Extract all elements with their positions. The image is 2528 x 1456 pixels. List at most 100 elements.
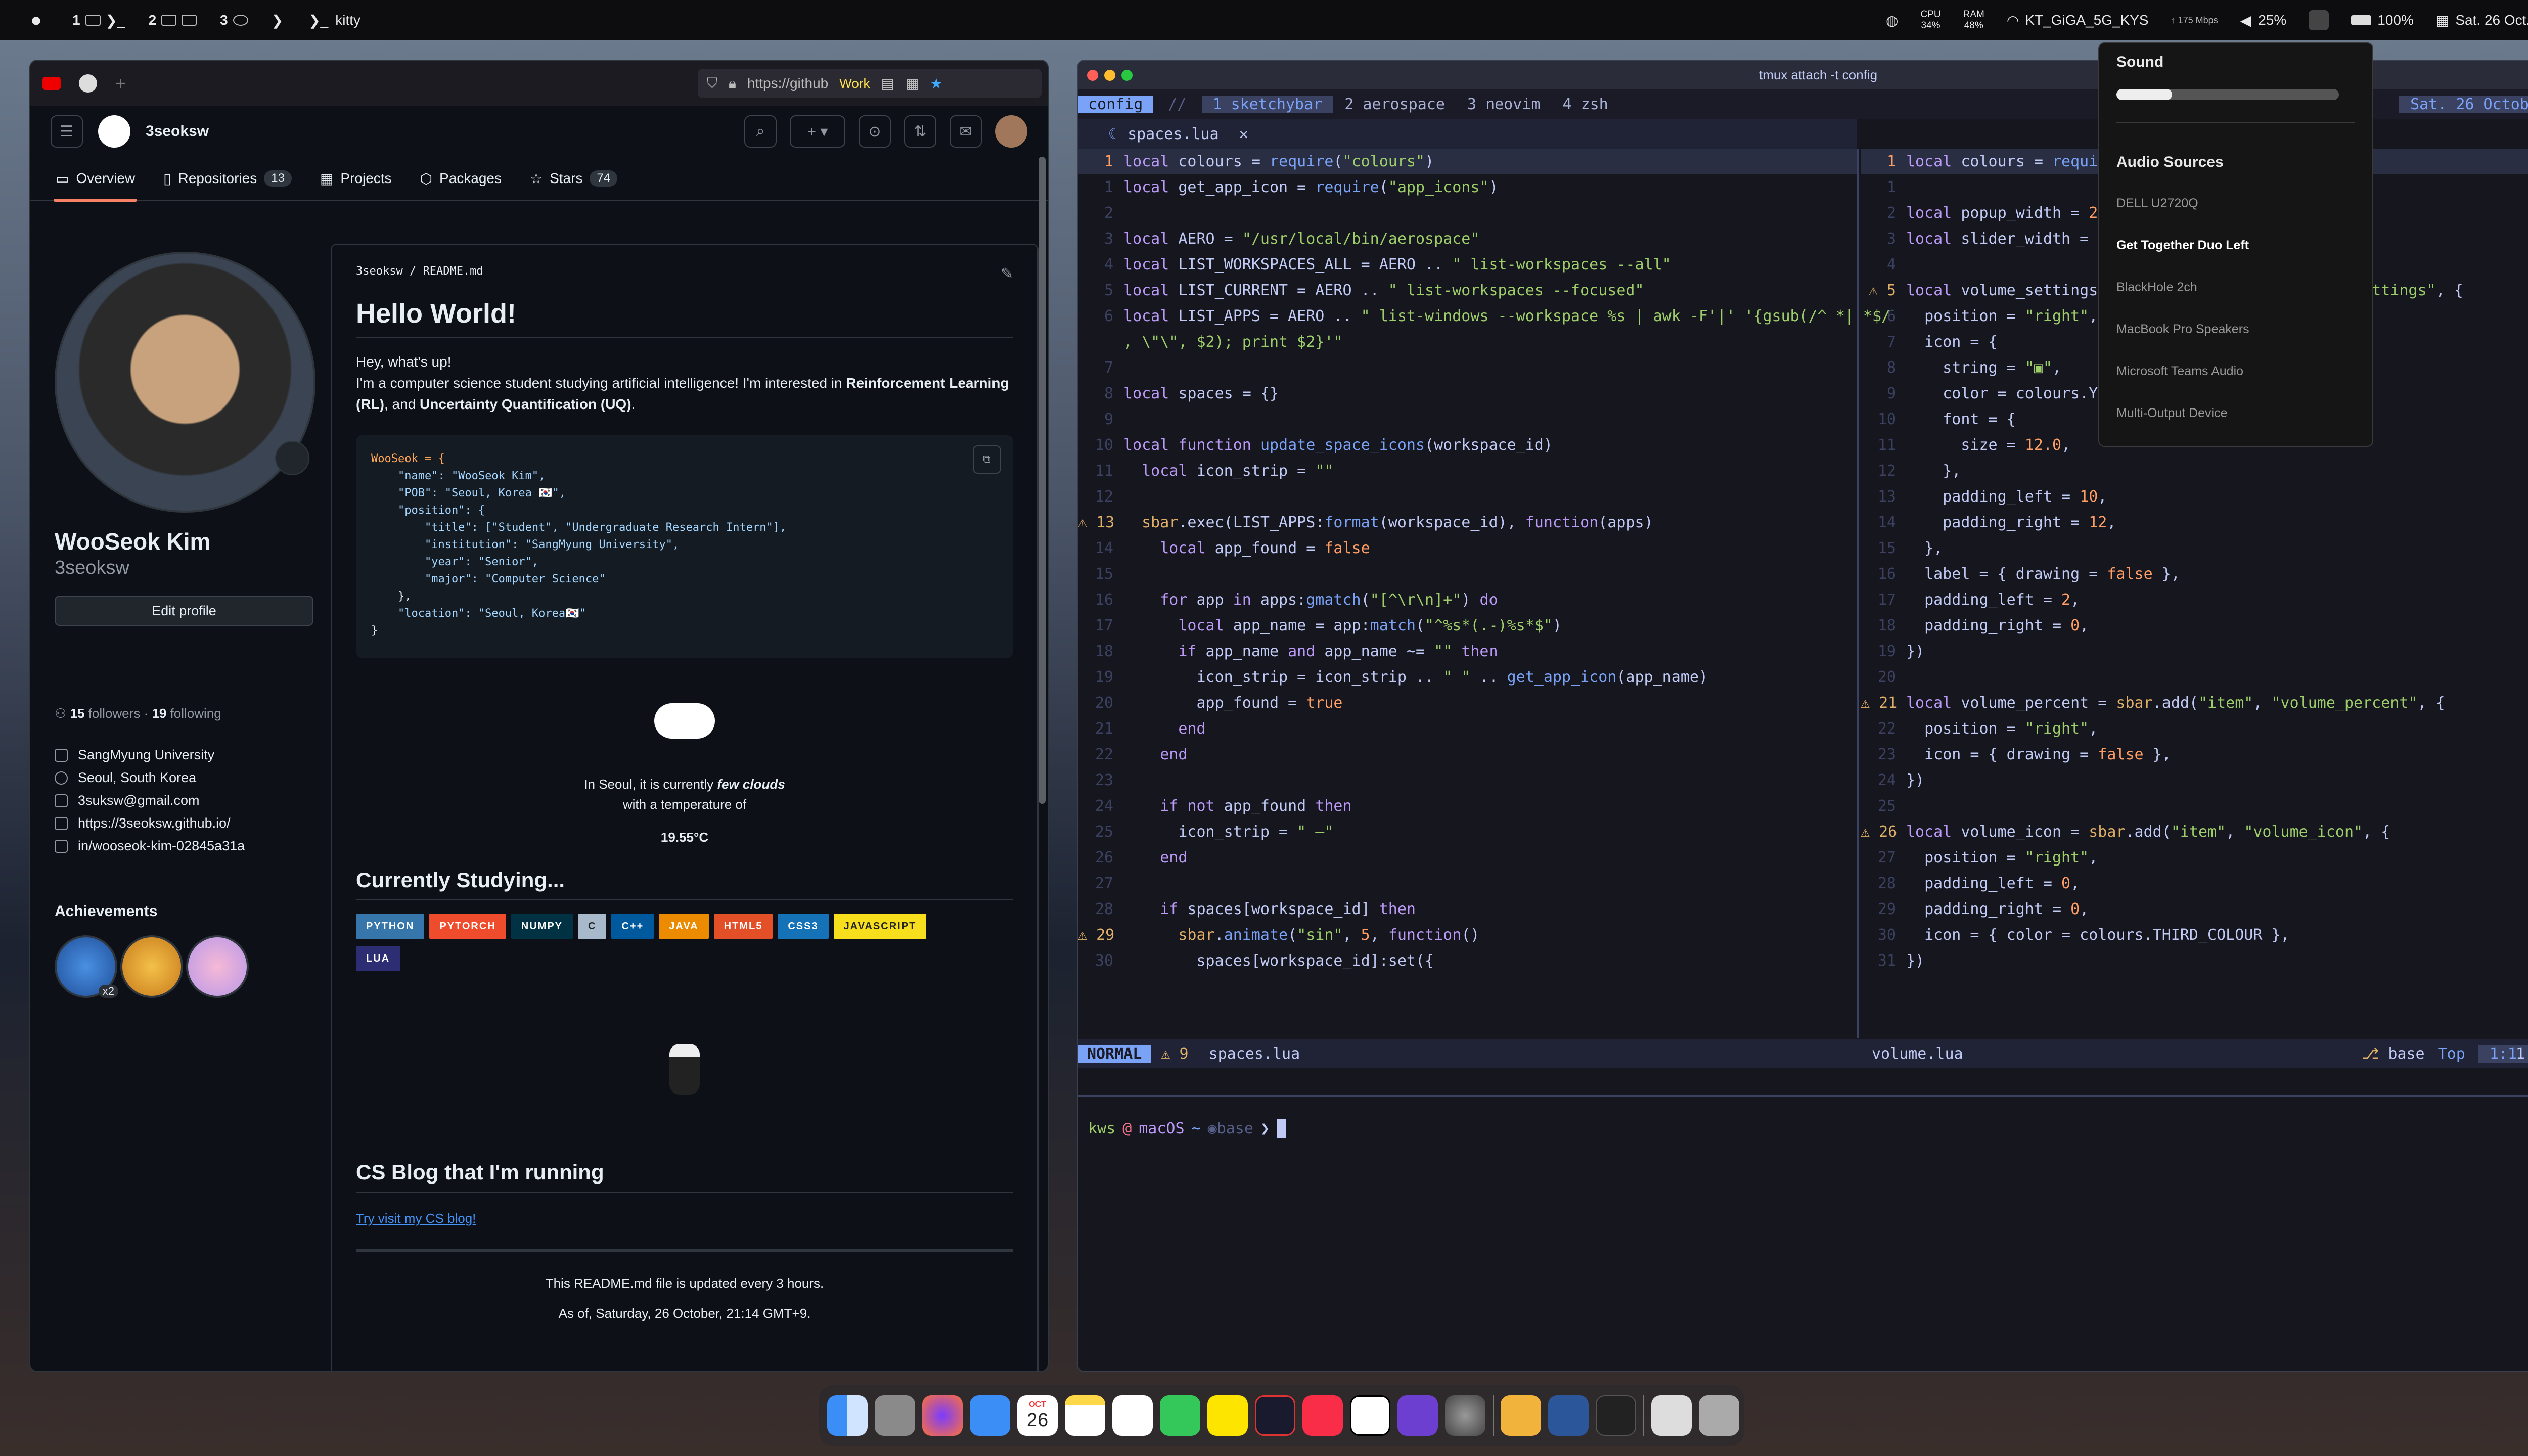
zoom-button[interactable] — [1121, 70, 1133, 81]
reader-icon[interactable]: ▤ — [881, 75, 894, 92]
code-line: "POB": "Seoul, Korea 🇰🇷", — [371, 487, 566, 499]
code-line: "year": "Senior", — [371, 556, 539, 568]
audio-device-item[interactable]: BlackHole 2ch — [2116, 280, 2355, 295]
achievement-badge[interactable] — [186, 935, 249, 998]
editor-pane-left[interactable]: ☾ spaces.lua ✕ 1 local colours = require("c… — [1078, 119, 1890, 1050]
volume-slider-fill — [2116, 89, 2172, 100]
pane-divider[interactable] — [1857, 149, 1859, 1038]
app-icon — [233, 15, 248, 26]
close-icon[interactable]: ✕ — [1239, 125, 1248, 143]
address-bar[interactable]: ⛉ 🔒︎ https://github Work ▤ ▦ ★ — [698, 69, 1042, 98]
obsidian-icon[interactable] — [1397, 1395, 1438, 1436]
workspace-3[interactable]: 3 — [220, 12, 248, 28]
divider — [356, 1249, 1013, 1252]
audio-device-item[interactable]: Multi-Output Device — [2116, 406, 2355, 421]
prompt-chevron-icon: ❯ — [1260, 1119, 1270, 1138]
shell-pane[interactable]: kws @ macOS ~ ◉base ❯ — [1078, 1095, 2528, 1371]
globe-icon[interactable]: ◍ — [1886, 12, 1898, 29]
github-header: ☰ 3seoksw ⌕ + ▾ ⊙ ⇅ ✉ — [30, 106, 1048, 157]
pencil-icon[interactable]: ✎ — [1001, 265, 1013, 283]
notion-icon[interactable] — [1350, 1395, 1390, 1436]
firefox-icon[interactable] — [922, 1395, 963, 1436]
buffer-tab[interactable]: ☾ spaces.lua ✕ — [1078, 119, 1857, 149]
word-icon[interactable] — [1548, 1395, 1589, 1436]
edit-profile-button[interactable]: Edit profile — [55, 596, 313, 626]
audio-device-icon[interactable] — [2309, 10, 2329, 30]
cpu-widget[interactable]: CPU 34% — [1920, 9, 1940, 31]
window-icon — [85, 15, 101, 26]
achievement-badge[interactable]: x2 — [55, 935, 118, 998]
pull-requests-icon[interactable]: ⇅ — [904, 115, 936, 148]
code-line: "position": { — [371, 504, 485, 517]
workspace-2[interactable]: 2 — [149, 12, 197, 28]
extensions-icon[interactable]: ▦ — [906, 75, 919, 92]
vpn-icon[interactable] — [1255, 1395, 1295, 1436]
tab-repositories[interactable]: ▯ Repositories 13 — [163, 156, 292, 201]
youtube-tab-icon[interactable] — [42, 77, 61, 90]
close-button[interactable] — [1087, 70, 1098, 81]
scrollbar[interactable] — [1039, 157, 1046, 804]
inbox-icon[interactable]: ✉ — [950, 115, 982, 148]
issues-icon[interactable]: ⊙ — [859, 115, 891, 148]
status-filename: spaces.lua — [1208, 1044, 1300, 1063]
system-settings-icon[interactable] — [1445, 1395, 1485, 1436]
finder-icon[interactable] — [827, 1395, 868, 1436]
tmux-window-3[interactable]: 3 neovim — [1456, 96, 1552, 113]
menu-icon[interactable]: ☰ — [51, 115, 83, 148]
github-tab-icon[interactable] — [79, 74, 97, 93]
audio-device-item[interactable]: DELL U2720Q — [2116, 196, 2355, 211]
battery-icon — [2351, 15, 2372, 25]
tab-packages[interactable]: ⬡ Packages — [420, 156, 502, 201]
achievement-badge[interactable] — [120, 935, 183, 998]
blog-link[interactable]: Try visit my CS blog! — [356, 1208, 1013, 1229]
audio-device-item[interactable]: Microsoft Teams Audio — [2116, 364, 2355, 379]
achievements-title: Achievements — [55, 903, 158, 920]
mail-icon — [161, 15, 177, 26]
env-indicator: ◉base — [1207, 1119, 1253, 1138]
network-speed: ↑ 175 Mbps — [2171, 15, 2218, 25]
search-icon[interactable]: ⌕ — [744, 115, 777, 148]
tmux-window-1[interactable]: 1 sketchybar — [1201, 95, 1334, 113]
new-tab-icon[interactable]: + — [115, 73, 126, 94]
notes-icon[interactable] — [1065, 1395, 1105, 1436]
wifi-widget[interactable]: ◠ KT_GiGA_5G_KYS — [2007, 12, 2149, 29]
header-username[interactable]: 3seoksw — [146, 123, 209, 140]
documents-icon[interactable] — [1651, 1395, 1692, 1436]
tab-overview[interactable]: ▭ Overview — [53, 156, 138, 202]
github-logo-icon[interactable] — [98, 115, 130, 148]
tmux-window-4[interactable]: 4 zsh — [1551, 96, 1619, 113]
workspace-1[interactable]: 1 ❯_ — [72, 12, 125, 29]
create-new-icon[interactable]: + ▾ — [790, 115, 845, 148]
browser-window: + ⛉ 🔒︎ https://github Work ▤ ▦ ★ ☰ 3seok… — [29, 60, 1049, 1372]
console-icon[interactable] — [1596, 1395, 1636, 1436]
pages-icon[interactable] — [1501, 1395, 1541, 1436]
reminders-icon[interactable] — [1112, 1395, 1153, 1436]
bookmark-star-icon[interactable]: ★ — [930, 75, 942, 92]
volume-widget[interactable]: ◀ 25% — [2240, 12, 2287, 29]
datetime-widget[interactable]: ▦Sat. 26 Oct. 22:11 — [2436, 12, 2528, 29]
tmux-window-2[interactable]: 2 aerospace — [1333, 96, 1456, 113]
launchpad-icon[interactable] — [875, 1395, 915, 1436]
volume-slider[interactable] — [2116, 89, 2339, 100]
messages-icon[interactable] — [1160, 1395, 1200, 1436]
mail-icon[interactable] — [970, 1395, 1010, 1436]
trash-icon[interactable] — [1699, 1395, 1739, 1436]
audio-device-item[interactable]: MacBook Pro Speakers — [2116, 322, 2355, 337]
audio-device-item[interactable]: Get Together Duo Left — [2116, 238, 2355, 253]
kakaotalk-icon[interactable] — [1207, 1395, 1248, 1436]
tab-stars[interactable]: ☆ Stars 74 — [530, 156, 618, 201]
battery-widget[interactable]: 100% — [2351, 12, 2414, 28]
apple-icon[interactable]: ● — [30, 10, 42, 31]
calendar-icon[interactable]: OCT 26 — [1017, 1395, 1058, 1436]
copy-icon[interactable]: ⧉ — [973, 445, 1001, 474]
profile-avatar[interactable] — [55, 252, 315, 513]
status-emoji-icon[interactable] — [275, 441, 309, 475]
ram-widget[interactable]: RAM 48% — [1963, 9, 1984, 31]
tab-projects[interactable]: ▦ Projects — [320, 156, 392, 201]
user-avatar[interactable] — [995, 115, 1027, 148]
link-icon — [55, 816, 68, 830]
badge-c: C — [578, 914, 607, 939]
minimize-button[interactable] — [1104, 70, 1115, 81]
music-icon[interactable] — [1302, 1395, 1343, 1436]
linkedin-icon — [55, 839, 68, 853]
